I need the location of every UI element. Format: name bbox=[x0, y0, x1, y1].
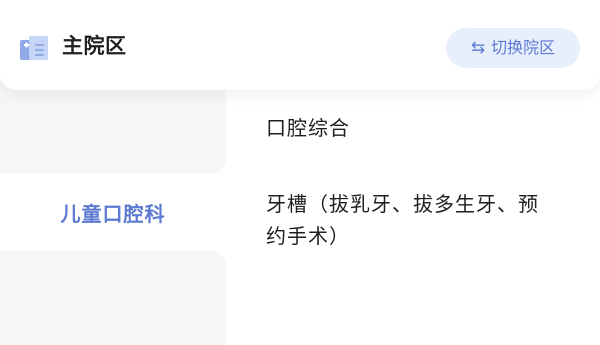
swap-arrows-icon: ⇆ bbox=[470, 37, 486, 58]
switch-campus-label: 切换院区 bbox=[491, 38, 556, 57]
sidebar-spacer-top bbox=[0, 80, 226, 174]
department-item-general-oral[interactable]: 口腔综合 bbox=[266, 112, 350, 144]
sidebar-item-pediatric-dentistry[interactable]: 儿童口腔科 bbox=[0, 174, 226, 250]
campus-title: 主院区 bbox=[62, 34, 127, 58]
sidebar-item-label: 儿童口腔科 bbox=[60, 201, 166, 226]
switch-campus-button[interactable]: ⇆ 切换院区 bbox=[446, 28, 580, 68]
campus-header: 主院区 ⇆ 切换院区 bbox=[0, 0, 600, 90]
hospital-icon bbox=[20, 34, 50, 62]
sidebar-spacer-bottom bbox=[0, 250, 226, 345]
department-selector-screen: 儿童口腔科 口腔综合 牙槽（拔乳牙、拔多生牙、预约手术） 主院区 ⇆ 切换院区 bbox=[0, 0, 600, 345]
department-item-alveolar-surgery[interactable]: 牙槽（拔乳牙、拔多生牙、预约手术） bbox=[266, 188, 546, 252]
